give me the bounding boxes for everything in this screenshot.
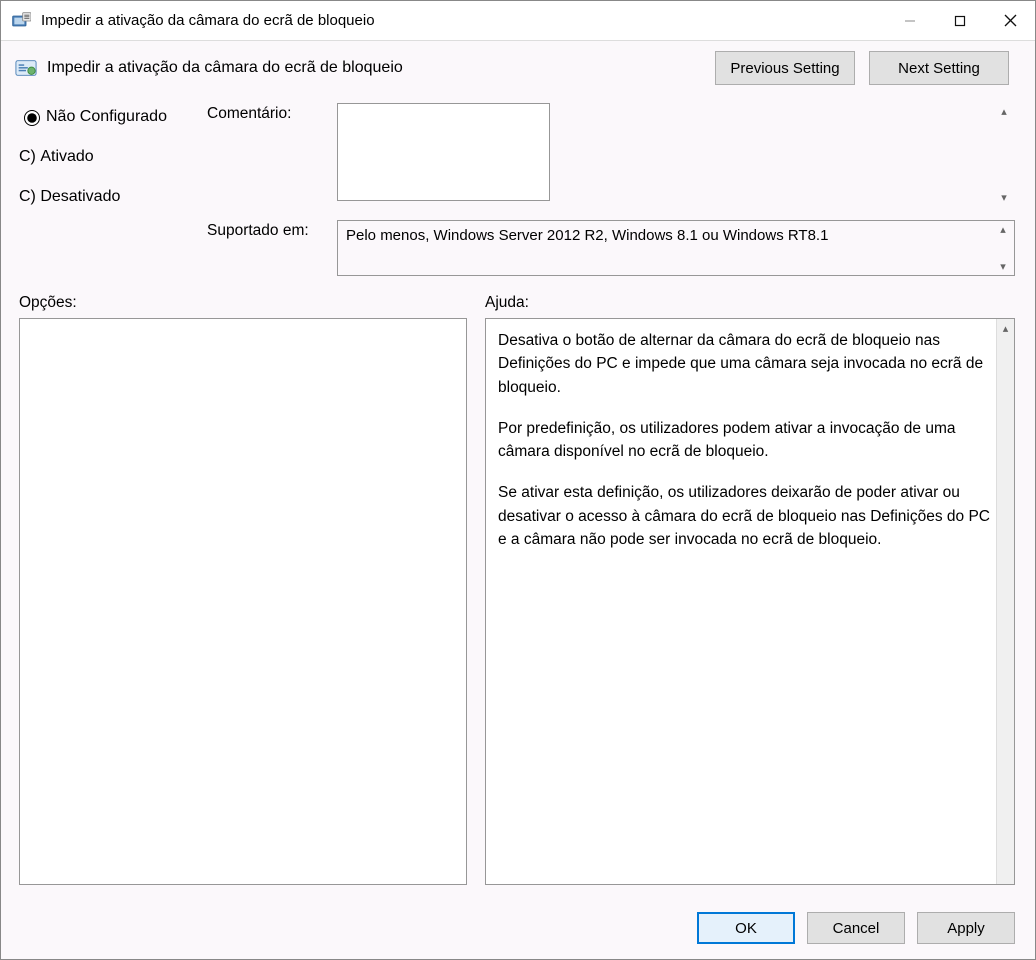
- dialog-window: Impedir a ativação da câmara do ecrã de …: [0, 0, 1036, 960]
- policy-header: Impedir a ativação da câmara do ecrã de …: [1, 41, 1035, 85]
- maximize-icon: [954, 15, 966, 27]
- comment-label: Comentário:: [207, 103, 325, 123]
- help-scrollbar[interactable]: ▴: [996, 319, 1014, 884]
- help-paragraph: Desativa o botão de alternar da câmara d…: [498, 329, 1000, 399]
- config-row: Não Configurado C) Ativado C) Desativado…: [1, 85, 1035, 276]
- radio-enabled-label: Ativado: [40, 148, 93, 166]
- nav-buttons: Previous Setting Next Setting: [715, 51, 1009, 85]
- radio-disabled[interactable]: C) Desativado: [1, 188, 195, 206]
- minimize-button[interactable]: [885, 1, 935, 41]
- window-title: Impedir a ativação da câmara do ecrã de …: [41, 12, 885, 29]
- comment-block: Comentário: ▴ ▾ Suportado em: Pelo menos…: [207, 103, 1015, 276]
- scroll-down-icon: ▾: [994, 260, 1012, 273]
- options-label: Opções:: [19, 294, 467, 312]
- supported-label: Suportado em:: [207, 220, 325, 240]
- supported-text: Pelo menos, Windows Server 2012 R2, Wind…: [346, 227, 1006, 244]
- app-icon: [11, 11, 31, 31]
- scroll-down-icon: ▾: [995, 191, 1013, 204]
- supported-box: Pelo menos, Windows Server 2012 R2, Wind…: [337, 220, 1015, 276]
- supported-scrollbar[interactable]: ▴ ▾: [994, 223, 1012, 273]
- titlebar: Impedir a ativação da câmara do ecrã de …: [1, 1, 1035, 41]
- comment-textarea[interactable]: [337, 103, 550, 201]
- comment-scrollbar[interactable]: ▴ ▾: [995, 105, 1013, 204]
- options-panel: [19, 318, 467, 885]
- minimize-icon: [904, 15, 916, 27]
- state-radios: Não Configurado C) Ativado C) Desativado: [19, 103, 195, 276]
- window-controls: [885, 1, 1035, 41]
- scroll-up-icon: ▴: [997, 319, 1014, 340]
- help-panel: Desativa o botão de alternar da câmara d…: [485, 318, 1015, 885]
- policy-icon: [15, 57, 37, 79]
- scroll-up-icon: ▴: [995, 105, 1013, 118]
- help-paragraph: Se ativar esta definição, os utilizadore…: [498, 481, 1000, 551]
- radio-enabled[interactable]: C) Ativado: [1, 148, 195, 166]
- close-button[interactable]: [985, 1, 1035, 41]
- radio-disabled-label: Desativado: [40, 188, 120, 206]
- help-label: Ajuda:: [485, 294, 529, 312]
- radio-not-configured-label: Não Configurado: [46, 108, 167, 126]
- radio-not-configured-input[interactable]: [24, 110, 40, 126]
- maximize-button[interactable]: [935, 1, 985, 41]
- scroll-up-icon: ▴: [994, 223, 1012, 236]
- help-paragraph: Por predefinição, os utilizadores podem …: [498, 417, 1000, 464]
- next-setting-button[interactable]: Next Setting: [869, 51, 1009, 85]
- cancel-button[interactable]: Cancel: [807, 912, 905, 944]
- comment-row: Comentário: ▴ ▾: [207, 103, 1015, 206]
- previous-setting-button[interactable]: Previous Setting: [715, 51, 855, 85]
- footer: OK Cancel Apply: [1, 897, 1035, 959]
- close-icon: [1004, 14, 1017, 27]
- supported-row: Suportado em: Pelo menos, Windows Server…: [207, 220, 1015, 276]
- panels-labels: Opções: Ajuda:: [1, 276, 1035, 318]
- policy-title: Impedir a ativação da câmara do ecrã de …: [47, 59, 715, 77]
- radio-not-configured[interactable]: Não Configurado: [19, 107, 195, 126]
- panels: Desativa o botão de alternar da câmara d…: [1, 318, 1035, 897]
- apply-button[interactable]: Apply: [917, 912, 1015, 944]
- ok-button[interactable]: OK: [697, 912, 795, 944]
